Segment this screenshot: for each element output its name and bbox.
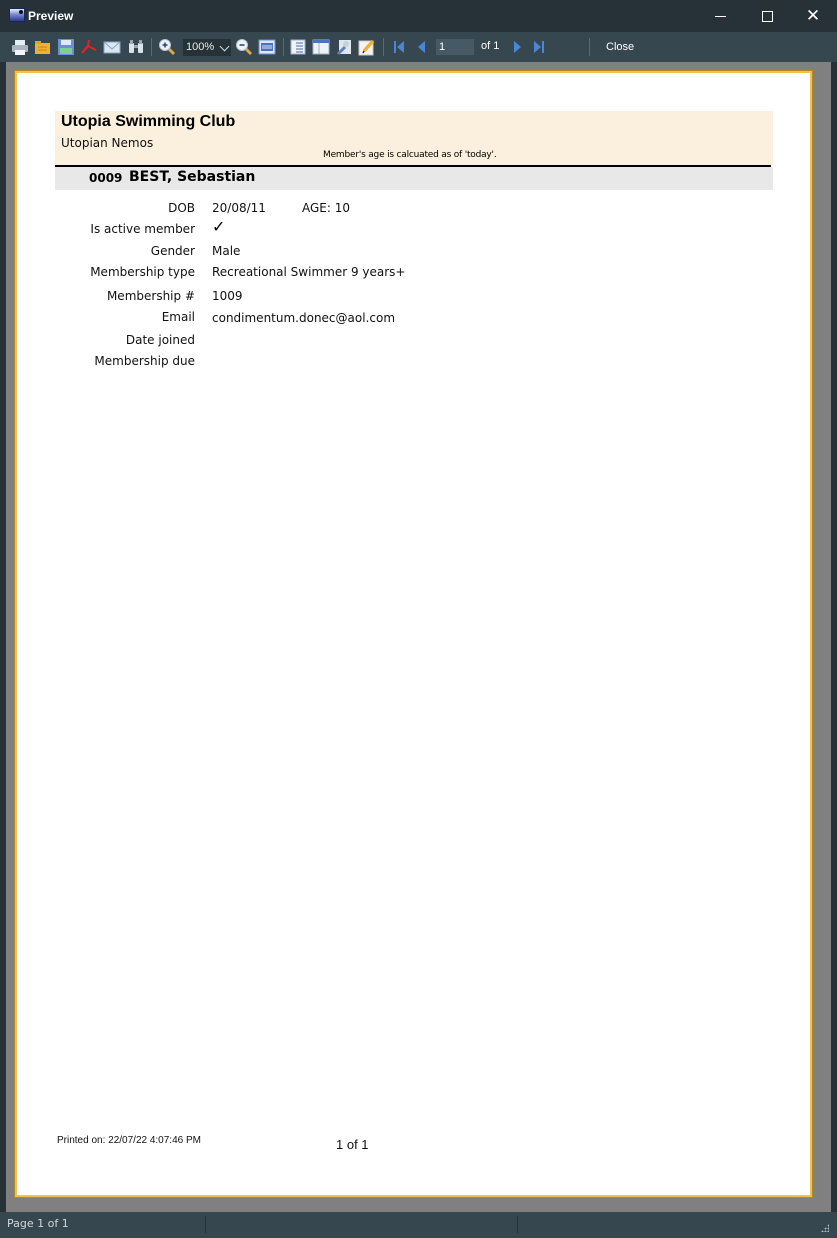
- printer-icon: [12, 40, 28, 55]
- outline-button[interactable]: [289, 38, 307, 56]
- chevron-down-icon: [219, 41, 230, 52]
- status-divider: [517, 1216, 518, 1233]
- wrench-icon: [336, 40, 351, 56]
- maximize-icon: [761, 10, 773, 22]
- field-value-membership-number: 1009: [212, 289, 243, 303]
- minimize-icon: [714, 15, 726, 17]
- export-pdf-button[interactable]: [80, 38, 98, 56]
- close-window-button[interactable]: ✕: [790, 0, 836, 32]
- save-button[interactable]: [57, 38, 75, 56]
- preview-window: Preview ✕ 100% 1 of 1 Close Utopia Swimm…: [0, 0, 837, 1238]
- zoom-level-select[interactable]: 100%: [183, 39, 231, 56]
- checkmark-icon: ✓: [212, 219, 226, 236]
- field-value-dob: 20/08/11: [212, 201, 266, 215]
- report-page: Utopia Swimming Club Utopian Nemos Membe…: [15, 71, 812, 1197]
- floppy-disk-icon: [58, 39, 74, 55]
- next-page-icon: [514, 41, 521, 53]
- field-value-email: condimentum.donec@aol.com: [212, 311, 396, 325]
- previous-page-icon: [418, 41, 425, 53]
- close-preview-button[interactable]: Close: [606, 41, 634, 53]
- preview-viewport[interactable]: Utopia Swimming Club Utopian Nemos Membe…: [6, 62, 831, 1212]
- email-button[interactable]: [103, 38, 121, 56]
- status-divider: [205, 1216, 206, 1233]
- window-title: Preview: [28, 9, 74, 23]
- maximize-button[interactable]: [744, 0, 790, 32]
- page-width-button[interactable]: [258, 38, 276, 56]
- printed-on: Printed on: 22/07/22 4:07:46 PM: [57, 1135, 201, 1146]
- field-value-membership-type: Recreational Swimmer 9 years+: [212, 265, 406, 279]
- field-label-active: Is active member: [90, 222, 195, 236]
- member-age: AGE: 10: [302, 201, 351, 215]
- toolbar-separator: [151, 38, 152, 56]
- status-bar: Page 1 of 1: [0, 1212, 837, 1238]
- toolbar: 100% 1 of 1 Close: [0, 32, 837, 62]
- field-label-dob: DOB: [168, 201, 195, 215]
- previous-page-button[interactable]: [413, 38, 431, 56]
- last-page-button[interactable]: [530, 38, 548, 56]
- page-width-icon: [258, 39, 276, 55]
- member-header-band: 0009 BEST, Sebastian: [55, 167, 773, 190]
- title-bar: Preview ✕: [0, 0, 837, 32]
- status-page-text: Page 1 of 1: [7, 1217, 69, 1230]
- pencil-icon: [358, 39, 375, 56]
- app-icon: [9, 8, 25, 22]
- toolbar-separator: [589, 38, 590, 56]
- zoom-in-icon: [159, 39, 176, 56]
- edit-button[interactable]: [358, 38, 376, 56]
- current-page-input[interactable]: [436, 39, 474, 55]
- minimize-button[interactable]: [697, 0, 743, 32]
- field-label-membership-type: Membership type: [90, 265, 195, 279]
- zoom-out-button[interactable]: [235, 38, 253, 56]
- first-page-button[interactable]: [390, 38, 408, 56]
- field-value-gender: Male: [212, 244, 241, 258]
- close-icon: ✕: [805, 6, 821, 25]
- field-label-membership-number: Membership #: [106, 289, 195, 303]
- last-page-icon: [534, 41, 544, 53]
- member-id: 0009: [89, 171, 123, 185]
- zoom-in-button[interactable]: [158, 38, 176, 56]
- club-subtitle: Utopian Nemos: [61, 136, 154, 150]
- age-note: Member's age is calcuated as of 'today'.: [323, 150, 497, 160]
- outline-icon: [290, 39, 306, 55]
- field-label-membership-due: Membership due: [94, 354, 195, 368]
- toolbar-separator: [283, 38, 284, 56]
- resize-grip-icon[interactable]: [821, 1224, 829, 1232]
- member-name: BEST, Sebastian: [129, 169, 256, 185]
- envelope-icon: [103, 41, 121, 54]
- toolbar-separator: [383, 38, 384, 56]
- report-header: Utopia Swimming Club Utopian Nemos Membe…: [55, 111, 773, 165]
- field-label-email: Email: [161, 310, 195, 324]
- zoom-out-icon: [236, 39, 253, 56]
- page-setup-button[interactable]: [312, 38, 330, 56]
- folder-open-icon: [35, 41, 50, 54]
- zoom-level-value: 100%: [186, 41, 215, 53]
- find-button[interactable]: [127, 38, 145, 56]
- design-button[interactable]: [335, 38, 353, 56]
- field-label-gender: Gender: [150, 244, 195, 258]
- first-page-icon: [394, 41, 404, 53]
- open-button[interactable]: [34, 38, 52, 56]
- pdf-icon: [81, 39, 97, 54]
- page-count-label: of 1: [481, 40, 500, 52]
- page-number-footer: 1 of 1: [336, 1137, 369, 1152]
- field-label-date-joined: Date joined: [125, 333, 195, 347]
- binoculars-icon: [129, 40, 143, 53]
- next-page-button[interactable]: [508, 38, 526, 56]
- club-name: Utopia Swimming Club: [61, 113, 236, 130]
- print-button[interactable]: [11, 38, 29, 56]
- page-setup-icon: [312, 39, 330, 55]
